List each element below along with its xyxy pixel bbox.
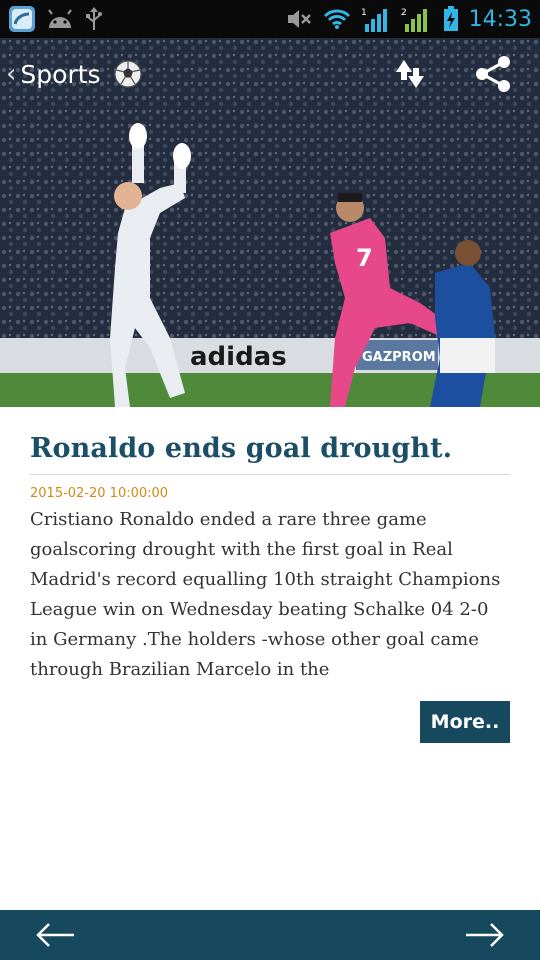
wifi-icon: [323, 8, 351, 30]
next-article-button[interactable]: [464, 920, 506, 950]
article-hero-image: adidas GAZPROM 7 ‹ Sports: [0, 38, 540, 407]
article-date: 2015-02-20 10:00:00: [30, 486, 169, 501]
status-bar-notifications: [8, 5, 104, 33]
arrow-left-icon: [36, 923, 74, 947]
android-icon: [46, 8, 74, 30]
more-button[interactable]: More..: [420, 701, 510, 743]
player-number: 7: [356, 244, 373, 272]
status-time: 14:33: [468, 6, 532, 32]
article-content: Ronaldo ends goal drought. 2015-02-20 10…: [30, 407, 510, 743]
status-bar: 1 2 14:33: [0, 0, 540, 38]
signal-sim1-icon: 1: [361, 6, 391, 32]
article-title: Ronaldo ends goal drought.: [30, 407, 510, 475]
refresh-icon: [396, 60, 424, 88]
back-button[interactable]: ‹ Sports: [6, 59, 143, 89]
svg-text:1: 1: [361, 8, 367, 18]
svg-text:2: 2: [401, 8, 407, 18]
article-body: Cristiano Ronaldo ended a rare three gam…: [30, 509, 501, 680]
hero-advert-text: adidas: [190, 342, 287, 372]
mute-icon: [285, 7, 313, 31]
hero-advert-text-2: GAZPROM: [362, 350, 436, 365]
action-bar: ‹ Sports: [0, 38, 540, 110]
refresh-button[interactable]: [392, 56, 428, 92]
bottom-nav-bar: [0, 910, 540, 960]
app-icon: [8, 5, 36, 33]
share-icon: [476, 56, 510, 92]
previous-article-button[interactable]: [34, 920, 76, 950]
usb-icon: [84, 6, 104, 32]
section-title: Sports: [20, 59, 101, 89]
share-button[interactable]: [474, 54, 512, 94]
action-bar-actions: [392, 54, 534, 94]
arrow-right-icon: [466, 923, 504, 947]
back-chevron-icon: ‹: [6, 59, 17, 89]
status-bar-system: 1 2 14:33: [285, 6, 532, 32]
battery-charging-icon: [443, 6, 459, 32]
signal-sim2-icon: 2: [401, 6, 433, 32]
soccer-ball-icon: [113, 59, 143, 89]
